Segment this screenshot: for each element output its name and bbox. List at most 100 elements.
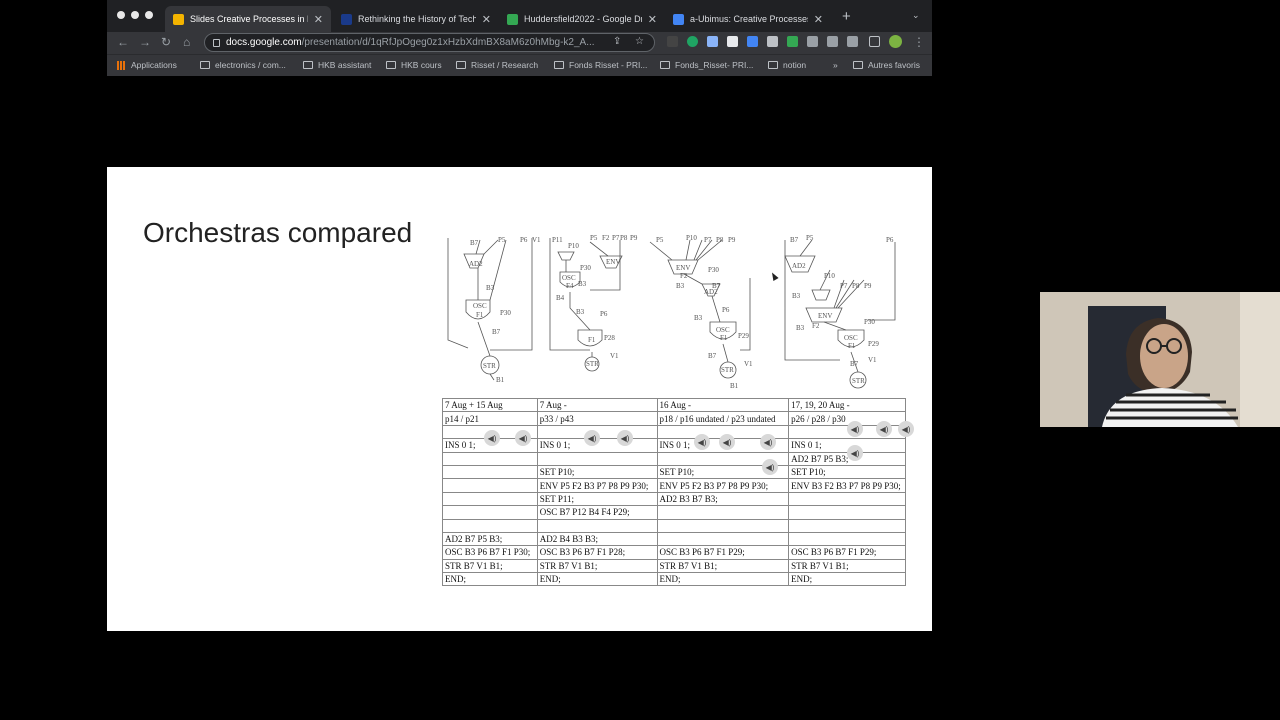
- share-icon[interactable]: ⇪: [613, 36, 621, 47]
- svg-text:B3: B3: [676, 282, 685, 290]
- bookmark-star-icon[interactable]: ☆: [635, 36, 644, 47]
- table-cell: END;: [442, 572, 538, 587]
- svg-text:F4: F4: [566, 282, 574, 290]
- table-cell: p33 / p43: [536, 411, 658, 426]
- svg-text:P6: P6: [600, 310, 608, 318]
- tab-label: a-Ubimus: Creative Processes: [690, 14, 808, 24]
- table-cell: SET P10;: [788, 464, 906, 480]
- profile-avatar[interactable]: [889, 35, 902, 48]
- speaker-icon[interactable]: ◀): [694, 434, 710, 450]
- bookmark-hkb-cours[interactable]: HKB cours: [386, 60, 442, 70]
- speaker-icon[interactable]: ◀): [719, 434, 735, 450]
- close-window-button[interactable]: [117, 11, 125, 19]
- speaker-icon[interactable]: ◀): [762, 459, 778, 475]
- folder-icon: [303, 61, 313, 69]
- table-cell: SET P11;: [536, 491, 658, 507]
- webcam-video: [1040, 292, 1280, 427]
- svg-text:STR: STR: [483, 362, 496, 370]
- speaker-icon[interactable]: ◀): [617, 430, 633, 446]
- back-icon[interactable]: ←: [117, 35, 129, 49]
- speaker-icon[interactable]: ◀): [584, 430, 600, 446]
- svg-text:P8: P8: [716, 236, 724, 244]
- extension-icon[interactable]: [667, 36, 678, 47]
- speaker-icon[interactable]: ◀): [847, 421, 863, 437]
- svg-text:OSC: OSC: [562, 274, 576, 282]
- puzzle-icon[interactable]: [847, 36, 858, 47]
- extension-icon[interactable]: [747, 36, 758, 47]
- svg-text:B3: B3: [486, 284, 495, 292]
- text-extension-icon[interactable]: [827, 36, 838, 47]
- extension-icon[interactable]: [707, 36, 718, 47]
- svg-text:P30: P30: [500, 309, 511, 317]
- svg-text:P5: P5: [498, 236, 506, 244]
- table-row: OSC B7 P12 B4 F4 P29;: [442, 505, 906, 520]
- svg-text:V1: V1: [532, 236, 541, 244]
- extension-icon[interactable]: [727, 36, 738, 47]
- apps-grid-icon: [117, 60, 126, 70]
- bookmark-hkb-assistant[interactable]: HKB assistant: [303, 60, 371, 70]
- table-cell: 16 Aug -: [656, 397, 790, 413]
- url-text: docs.google.com/presentation/d/1qRfJpOge…: [226, 37, 595, 48]
- svg-text:P8: P8: [852, 282, 860, 290]
- table-cell: [788, 505, 906, 520]
- table-cell: [656, 531, 790, 547]
- bookmark-notion[interactable]: notion: [768, 60, 806, 70]
- minimize-window-button[interactable]: [131, 11, 139, 19]
- home-icon[interactable]: ⌂: [183, 35, 190, 49]
- table-cell: SET P10;: [536, 464, 658, 480]
- close-icon[interactable]: ✕: [314, 13, 323, 26]
- tab-slides[interactable]: Slides Creative Processes in RISSET ✕: [165, 6, 331, 32]
- table-cell: END;: [656, 572, 790, 587]
- table-cell: ENV P5 F2 B3 P7 P8 P9 P30;: [656, 478, 790, 493]
- svg-text:B3: B3: [792, 292, 801, 300]
- sidepanel-icon[interactable]: [869, 36, 880, 47]
- svg-text:STR: STR: [852, 377, 865, 385]
- grammarly-icon[interactable]: [687, 36, 698, 47]
- speaker-icon[interactable]: ◀): [898, 421, 914, 437]
- tab-label: Rethinking the History of Technology: [358, 14, 476, 24]
- tab-ubimus[interactable]: a-Ubimus: Creative Processes ✕: [665, 6, 831, 32]
- orchestra-diagram-3: P5 P10 P7 P8 P9 ENV F2 P30 B3 B7 AD2 B3 …: [649, 234, 753, 390]
- speaker-icon[interactable]: ◀): [484, 430, 500, 446]
- svg-text:P30: P30: [864, 318, 875, 326]
- tab-huddersfield[interactable]: Huddersfield2022 - Google Drive ✕: [499, 6, 665, 32]
- close-icon[interactable]: ✕: [482, 13, 491, 26]
- table-row: SET P11; AD2 B3 B7 B3;: [442, 491, 906, 507]
- orchestra-diagram-4: B7 P5 P6 AD2 B3 P10 P7 P8 P9 ENV F2 B3 P…: [784, 234, 896, 389]
- tab-search-icon[interactable]: ⌄: [912, 10, 920, 21]
- reload-icon[interactable]: ↻: [161, 35, 171, 49]
- close-icon[interactable]: ✕: [648, 13, 657, 26]
- folder-icon: [554, 61, 564, 69]
- bookmark-electronics[interactable]: electronics / com...: [200, 60, 286, 70]
- svg-text:F2: F2: [602, 234, 610, 242]
- forward-icon[interactable]: →: [139, 35, 151, 49]
- zoom-window-button[interactable]: [145, 11, 153, 19]
- speaker-icon[interactable]: ◀): [515, 430, 531, 446]
- new-tab-button[interactable]: +: [842, 8, 851, 25]
- svg-text:ENV: ENV: [818, 312, 832, 320]
- extension-icon[interactable]: [807, 36, 818, 47]
- address-bar[interactable]: docs.google.com/presentation/d/1qRfJpOge…: [204, 33, 655, 52]
- speaker-icon[interactable]: ◀): [876, 421, 892, 437]
- bookmarks-overflow-button[interactable]: »: [833, 60, 838, 70]
- extension-icon[interactable]: [767, 36, 778, 47]
- bookmark-applications[interactable]: Applications: [117, 60, 177, 70]
- svg-text:P10: P10: [686, 234, 697, 242]
- svg-text:B3: B3: [576, 308, 585, 316]
- bookmark-fonds-risset-2[interactable]: Fonds_Risset- PRI...: [660, 60, 753, 70]
- drive-extension-icon[interactable]: [787, 36, 798, 47]
- table-cell: STR B7 V1 B1;: [442, 558, 538, 574]
- menu-icon[interactable]: ⋮: [913, 35, 925, 49]
- notion-icon: [768, 61, 778, 69]
- tab-rethinking[interactable]: Rethinking the History of Technology ✕: [333, 6, 499, 32]
- svg-text:P6: P6: [886, 236, 894, 244]
- tab-label: Slides Creative Processes in RISSET: [190, 14, 308, 24]
- svg-text:P29: P29: [868, 340, 879, 348]
- speaker-icon[interactable]: ◀): [847, 445, 863, 461]
- bookmark-other[interactable]: Autres favoris: [853, 60, 920, 70]
- svg-text:AD2: AD2: [469, 260, 483, 268]
- bookmark-fonds-risset[interactable]: Fonds Risset - PRI...: [554, 60, 647, 70]
- speaker-icon[interactable]: ◀): [760, 434, 776, 450]
- close-icon[interactable]: ✕: [814, 13, 823, 26]
- bookmark-risset-research[interactable]: Risset / Research: [456, 60, 538, 70]
